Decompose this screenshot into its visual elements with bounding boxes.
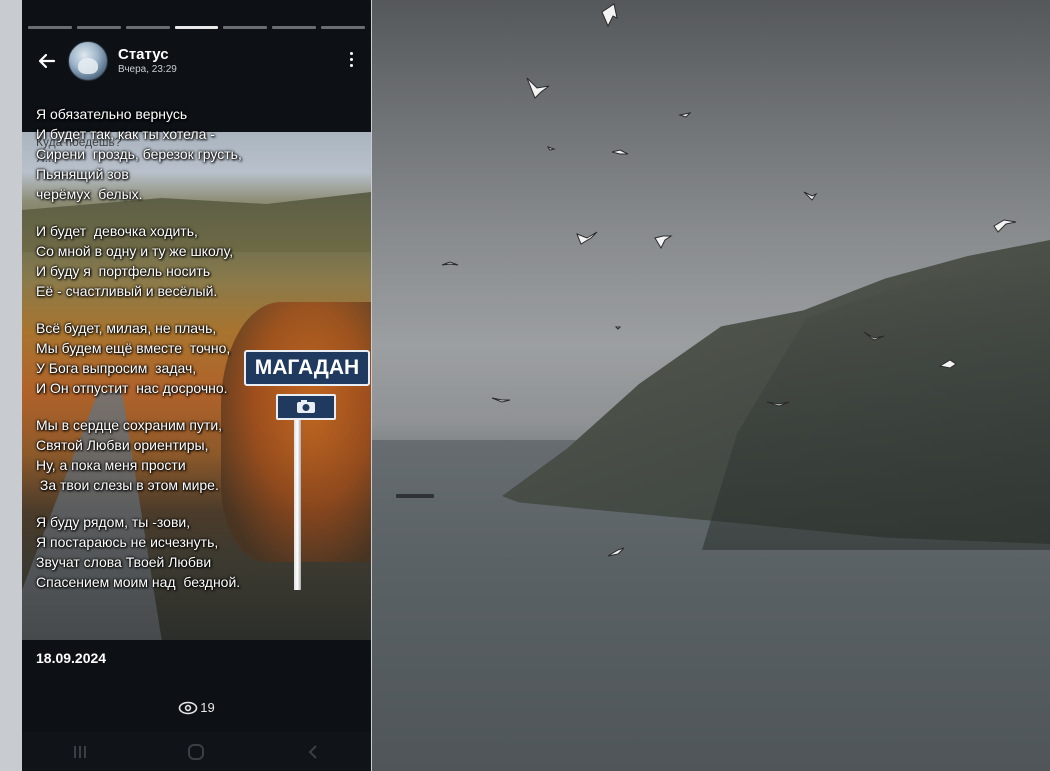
- home-icon: [188, 743, 205, 760]
- poem-stanza: Я буду рядом, ты -зови, Я постараюсь не …: [36, 512, 366, 592]
- story-header: Статус Вчера, 23:29: [22, 32, 371, 90]
- back-button[interactable]: [26, 40, 68, 82]
- poem-line: Я постараюсь не исчезнуть,: [36, 534, 219, 550]
- system-navigation-bar: [22, 732, 371, 771]
- seagull-icon: [576, 231, 598, 245]
- poem-line: И будет так, как ты хотела -: [36, 126, 215, 142]
- poem-line: Мы в сердце сохраним пути,: [36, 417, 223, 433]
- recent-apps-icon: [74, 745, 87, 758]
- home-button[interactable]: [176, 737, 216, 767]
- poem-line: И буду я портфель носить: [36, 263, 211, 279]
- views-counter[interactable]: 19: [22, 700, 371, 715]
- poem-line: У Бога выпросим задач,: [36, 360, 197, 376]
- poem-line: Всё будет, милая, не плачь,: [36, 320, 217, 336]
- seagull-icon: [654, 235, 673, 250]
- poem-line: Ну, а пока меня прости: [36, 457, 186, 473]
- poem-line: Спасением моим над бездной.: [36, 574, 241, 590]
- progress-segment: [125, 26, 170, 29]
- progress-segment: [321, 26, 366, 29]
- seagull-icon: [803, 191, 818, 201]
- poem-text: Я обязательно вернусь И будет так, как т…: [36, 104, 366, 609]
- poem-line: Звучат слова Твоей Любви: [36, 554, 212, 570]
- seagull-icon: [607, 547, 625, 557]
- seagull-icon: [993, 219, 1017, 233]
- poem-line: Святой Любви ориентиры,: [36, 437, 209, 453]
- avatar[interactable]: [68, 41, 108, 81]
- views-count: 19: [200, 700, 215, 715]
- more-vertical-icon[interactable]: [339, 44, 363, 74]
- seagull-icon: [611, 149, 629, 155]
- seagull-icon: [614, 326, 622, 330]
- progress-segment: [272, 26, 317, 29]
- seagull-icon: [526, 77, 550, 99]
- poem-line: черёмух белых.: [36, 186, 143, 202]
- poem-stanza: И будет девочка ходить, Со мной в одну и…: [36, 221, 366, 301]
- seagull-icon: [491, 397, 511, 403]
- nav-back-icon: [308, 744, 317, 759]
- poem-line: Я обязательно вернусь: [36, 106, 188, 122]
- nav-back-button[interactable]: [293, 737, 333, 767]
- seagull-icon: [441, 261, 459, 266]
- poem-line: Мы будем ещё вместе точно,: [36, 340, 231, 356]
- poem-stanza: Мы в сердце сохраним пути, Святой Любви …: [36, 415, 366, 495]
- seagulls: [441, 3, 1017, 557]
- arrow-left-icon: [38, 53, 56, 69]
- story-date: 18.09.2024: [36, 650, 107, 666]
- status-story-screen: Статус Вчера, 23:29 МАГАДАН Куда поедешь…: [22, 0, 371, 771]
- poem-line: Со мной в одну и ту же школу,: [36, 243, 234, 259]
- seagull-icon: [546, 146, 556, 151]
- poem-stanza: Я обязательно вернусь И будет так, как т…: [36, 104, 366, 204]
- poem-line: За твои слезы в этом мире.: [36, 477, 219, 493]
- progress-segment-active: [174, 26, 219, 29]
- progress-segment: [223, 26, 268, 29]
- poem-line: Её - счастливый и весёлый.: [36, 283, 218, 299]
- seagull-icon: [678, 112, 692, 118]
- poem-line: Пьянящий зов: [36, 166, 129, 182]
- progress-segment: [76, 26, 121, 29]
- progress-segment: [28, 26, 72, 29]
- poem-line: И Он отпустит нас досрочно.: [36, 380, 228, 396]
- poem-stanza: Всё будет, милая, не плачь, Мы будем ещё…: [36, 318, 366, 398]
- seagull-icon: [938, 359, 957, 369]
- poem-line: Сирени гроздь, березок грусть,: [36, 146, 242, 162]
- seagull-icon: [601, 3, 618, 28]
- poem-line: И будет девочка ходить,: [36, 223, 198, 239]
- story-progress-bar: [28, 26, 366, 29]
- recent-apps-button[interactable]: [60, 737, 100, 767]
- seagull-icon: [766, 401, 790, 407]
- seagull-icon: [863, 331, 885, 341]
- landscape-photo: [372, 0, 1050, 771]
- posted-time: Вчера, 23:29: [118, 64, 177, 75]
- author-name: Статус: [118, 46, 169, 63]
- eye-icon: [178, 701, 198, 714]
- author-info: Статус Вчера, 23:29: [118, 46, 177, 76]
- poem-line: Я буду рядом, ты -зови,: [36, 514, 191, 530]
